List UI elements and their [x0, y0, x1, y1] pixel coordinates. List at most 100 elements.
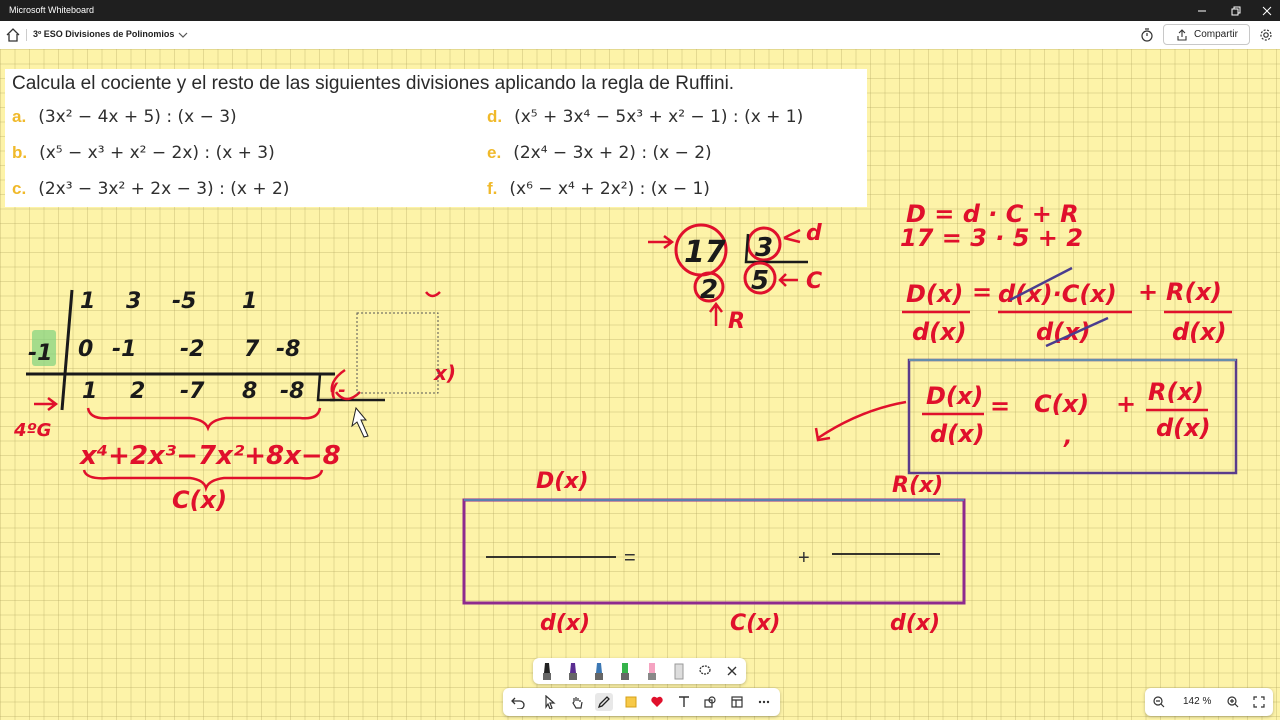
equals-sign: =: [990, 392, 1010, 420]
fraction-denominator: d(x): [930, 420, 985, 448]
template-icon: [731, 696, 743, 708]
equals-sign: =: [972, 278, 992, 306]
shapes-button[interactable]: [701, 693, 719, 711]
heart-icon: [651, 696, 663, 707]
sticky-note-icon: [625, 696, 637, 708]
toolbar-divider: [26, 29, 27, 41]
fraction-numerator: D(x): [906, 280, 963, 308]
selection-box[interactable]: [356, 312, 439, 394]
arrow-icon: [814, 400, 907, 442]
quotient-label: C(x): [172, 486, 227, 514]
highlighter-green-icon[interactable]: [619, 661, 631, 681]
arrow-icon: [648, 235, 675, 249]
fraction-numerator: d(x)·C(x): [998, 280, 1117, 308]
minimize-button[interactable]: [1185, 0, 1219, 21]
undo-button[interactable]: [509, 693, 527, 711]
share-icon: [1177, 28, 1187, 41]
numeric-division: 17 3 d 2 5 C R: [648, 221, 822, 334]
pen-icon: [597, 696, 610, 709]
fraction-numerator: D(x): [926, 382, 983, 410]
quotient-term: C(x): [1034, 390, 1089, 418]
ruffini-mid: -8: [276, 337, 300, 362]
window-titlebar: Microsoft Whiteboard: [0, 0, 1280, 21]
ruffini-result: 1: [82, 379, 97, 404]
divisor: 3: [755, 233, 773, 263]
pen-blue-icon[interactable]: [593, 661, 605, 681]
cursor-arrow-icon: [351, 406, 369, 438]
ruffini-scheme: 1 3 -5 1 -1 0 -1 -2 7 -8 1 2 -7 8 -8 (- …: [13, 289, 456, 514]
home-icon[interactable]: [5, 27, 21, 43]
ruffini-coef: 1: [80, 289, 95, 314]
ruffini-mid: 0: [78, 337, 93, 362]
result-box: D(x) d(x) = C(x) + R(x) d(x) ,: [814, 358, 1238, 475]
ink-layer: 1 3 -5 1 -1 0 -1 -2 7 -8 1 2 -7 8 -8 (- …: [13, 200, 1238, 636]
template-label: d(x): [890, 611, 940, 636]
fraction-denominator: d(x): [1036, 318, 1091, 346]
pen-purple-icon[interactable]: [567, 661, 579, 681]
ruffini-coef: 1: [242, 289, 257, 314]
remainder-label: R: [728, 309, 745, 334]
fraction-numerator: R(x): [1148, 378, 1204, 406]
board-title[interactable]: 3º ESO Divisiones de Polinomios: [33, 29, 174, 39]
more-button[interactable]: [755, 693, 773, 711]
close-icon[interactable]: [726, 661, 738, 681]
ruffini-root: -1: [28, 341, 52, 366]
ruffini-coef: 3: [126, 289, 141, 314]
pen-black-icon[interactable]: [541, 661, 553, 681]
ruffini-mid: -2: [180, 337, 204, 362]
eraser-icon[interactable]: [673, 661, 685, 681]
fit-to-screen-icon[interactable]: [1253, 696, 1265, 708]
template-label: D(x): [536, 469, 589, 494]
pointer-icon: [545, 695, 556, 709]
restore-icon: [1231, 6, 1241, 15]
partial-divisor: x): [433, 361, 456, 385]
quotient-label: C: [806, 269, 822, 294]
template-label: C(x): [730, 611, 780, 636]
quotient-brace: [86, 407, 322, 432]
ink-tool-button[interactable]: [595, 693, 613, 711]
comma-mark: ,: [1063, 425, 1072, 450]
arrow-icon: [778, 273, 798, 287]
ruffini-vertical-line: [60, 289, 74, 411]
fraction-denominator: d(x): [1156, 414, 1211, 442]
templates-button[interactable]: [728, 693, 746, 711]
pen-tray: [533, 658, 746, 684]
undo-icon: [511, 697, 525, 709]
ruffini-coef: -5: [172, 289, 196, 314]
template-box: D(x) R(x) = + d(x) C(x) d(x): [462, 469, 966, 636]
share-label: Compartir: [1194, 29, 1238, 40]
highlighter-pink-icon[interactable]: [646, 661, 658, 681]
text-button[interactable]: [675, 693, 693, 711]
close-window-button[interactable]: [1250, 0, 1280, 21]
chevron-down-icon[interactable]: [178, 31, 188, 39]
formula-line: 17 = 3 · 5 + 2: [900, 224, 1083, 252]
ruffini-result: 8: [242, 379, 257, 404]
ruffini-result: -7: [180, 379, 205, 404]
fraction-denominator: d(x): [912, 318, 967, 346]
equals-sign: =: [624, 547, 636, 569]
fraction-denominator: d(x): [1172, 318, 1227, 346]
arrow-icon: [783, 228, 801, 244]
timer-icon[interactable]: [1140, 28, 1154, 42]
note-button[interactable]: [622, 693, 640, 711]
pan-tool-button[interactable]: [568, 693, 586, 711]
zoom-level[interactable]: 142 %: [1183, 696, 1211, 707]
whiteboard-canvas[interactable]: Calcula el cociente y el resto de las si…: [0, 49, 1280, 720]
select-tool-button[interactable]: [541, 693, 559, 711]
lasso-icon[interactable]: [699, 661, 711, 681]
app-toolbar: 3º ESO Divisiones de Polinomios Comparti…: [0, 21, 1280, 50]
zoom-in-icon[interactable]: [1227, 696, 1239, 708]
ruffini-mid: -1: [112, 337, 136, 362]
plus-sign: +: [1138, 278, 1158, 306]
restore-button[interactable]: [1219, 0, 1253, 21]
hand-icon: [572, 697, 583, 709]
quotient-polynomial: x⁴+2x³−7x²+8x−8: [78, 441, 341, 471]
zoom-out-icon[interactable]: [1153, 696, 1165, 708]
share-button[interactable]: Compartir: [1163, 24, 1250, 45]
minimize-icon: [1198, 10, 1206, 11]
shapes-icon: [704, 696, 716, 708]
degree-label: 4ºG: [13, 420, 51, 441]
reactions-button[interactable]: [648, 693, 666, 711]
gear-icon[interactable]: [1259, 28, 1273, 42]
bottom-toolbar: [503, 688, 780, 716]
